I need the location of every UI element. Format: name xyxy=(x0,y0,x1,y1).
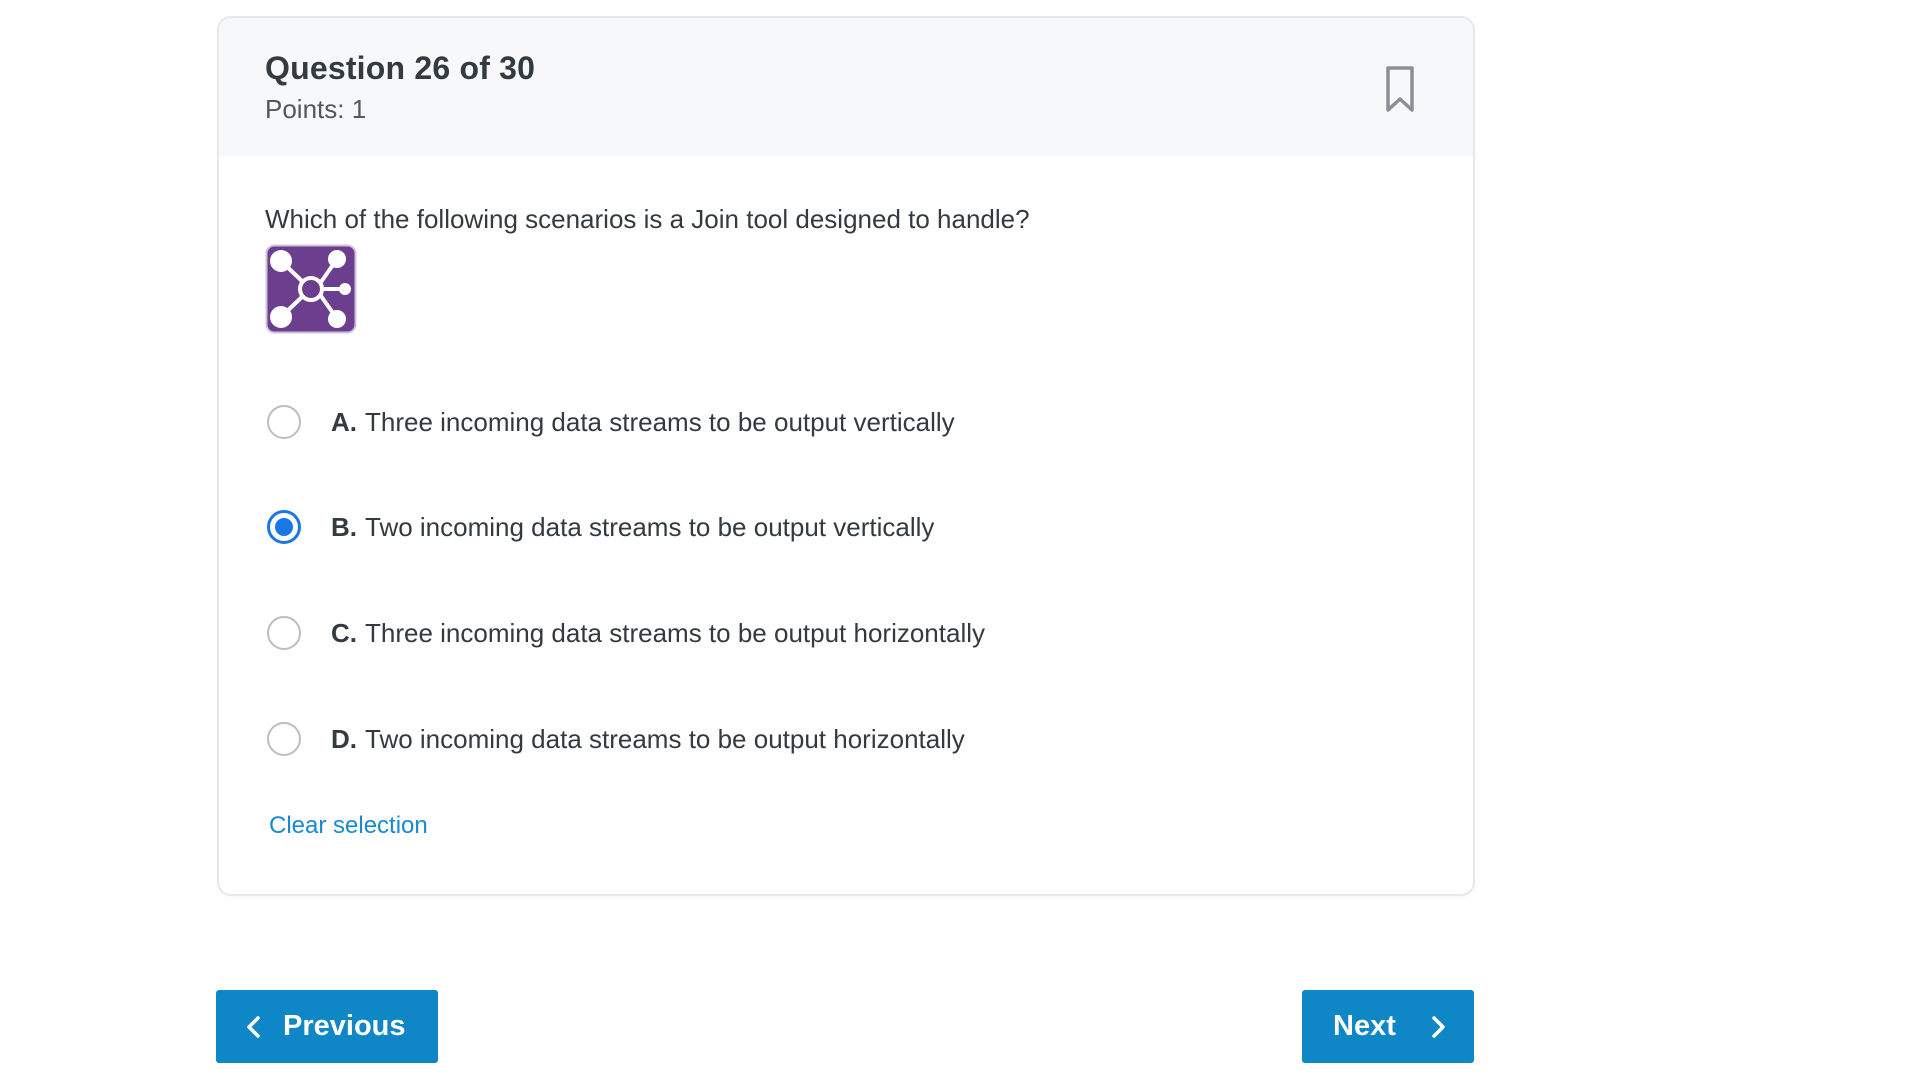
option-a-letter: A. xyxy=(331,407,357,437)
chevron-right-icon xyxy=(1432,1016,1445,1038)
next-label: Next xyxy=(1333,1010,1396,1042)
option-d[interactable]: D. Two incoming data streams to be output… xyxy=(267,712,1367,772)
question-header: Question 26 of 30 Points: 1 xyxy=(219,18,1473,156)
option-b-text: B. Two incoming data streams to be output… xyxy=(331,512,934,543)
option-a[interactable]: A. Three incoming data streams to be outp… xyxy=(267,395,1367,455)
option-b[interactable]: B. Two incoming data streams to be output… xyxy=(267,500,1367,560)
option-c[interactable]: C. Three incoming data streams to be outp… xyxy=(267,606,1367,666)
option-d-text: D. Two incoming data streams to be output… xyxy=(331,724,965,755)
question-points: Points: 1 xyxy=(265,94,367,124)
previous-label: Previous xyxy=(283,1010,406,1042)
question-prompt: Which of the following scenarios is a Jo… xyxy=(265,204,1030,234)
join-tool-icon xyxy=(265,244,357,334)
previous-button[interactable]: Previous xyxy=(216,990,438,1063)
option-a-radio[interactable] xyxy=(267,405,301,439)
clear-selection-link[interactable]: Clear selection xyxy=(269,812,428,840)
option-b-label: Two incoming data streams to be output v… xyxy=(365,512,935,542)
option-b-letter: B. xyxy=(331,512,357,542)
option-c-text: C. Three incoming data streams to be outp… xyxy=(331,618,985,649)
option-b-radio[interactable] xyxy=(267,510,301,544)
option-c-label: Three incoming data streams to be output… xyxy=(365,618,986,648)
question-title: Question 26 of 30 xyxy=(265,50,536,86)
option-d-letter: D. xyxy=(331,724,357,754)
bookmark-icon[interactable] xyxy=(1380,64,1420,116)
option-d-label: Two incoming data streams to be output h… xyxy=(365,724,965,754)
chevron-left-icon xyxy=(247,1016,260,1038)
option-d-radio[interactable] xyxy=(267,722,301,756)
option-c-letter: C. xyxy=(331,618,357,648)
next-button[interactable]: Next xyxy=(1302,990,1474,1063)
option-a-text: A. Three incoming data streams to be outp… xyxy=(331,407,955,438)
question-card: Question 26 of 30 Points: 1 Which of the… xyxy=(217,16,1475,896)
option-a-label: Three incoming data streams to be output… xyxy=(365,407,955,437)
option-c-radio[interactable] xyxy=(267,616,301,650)
